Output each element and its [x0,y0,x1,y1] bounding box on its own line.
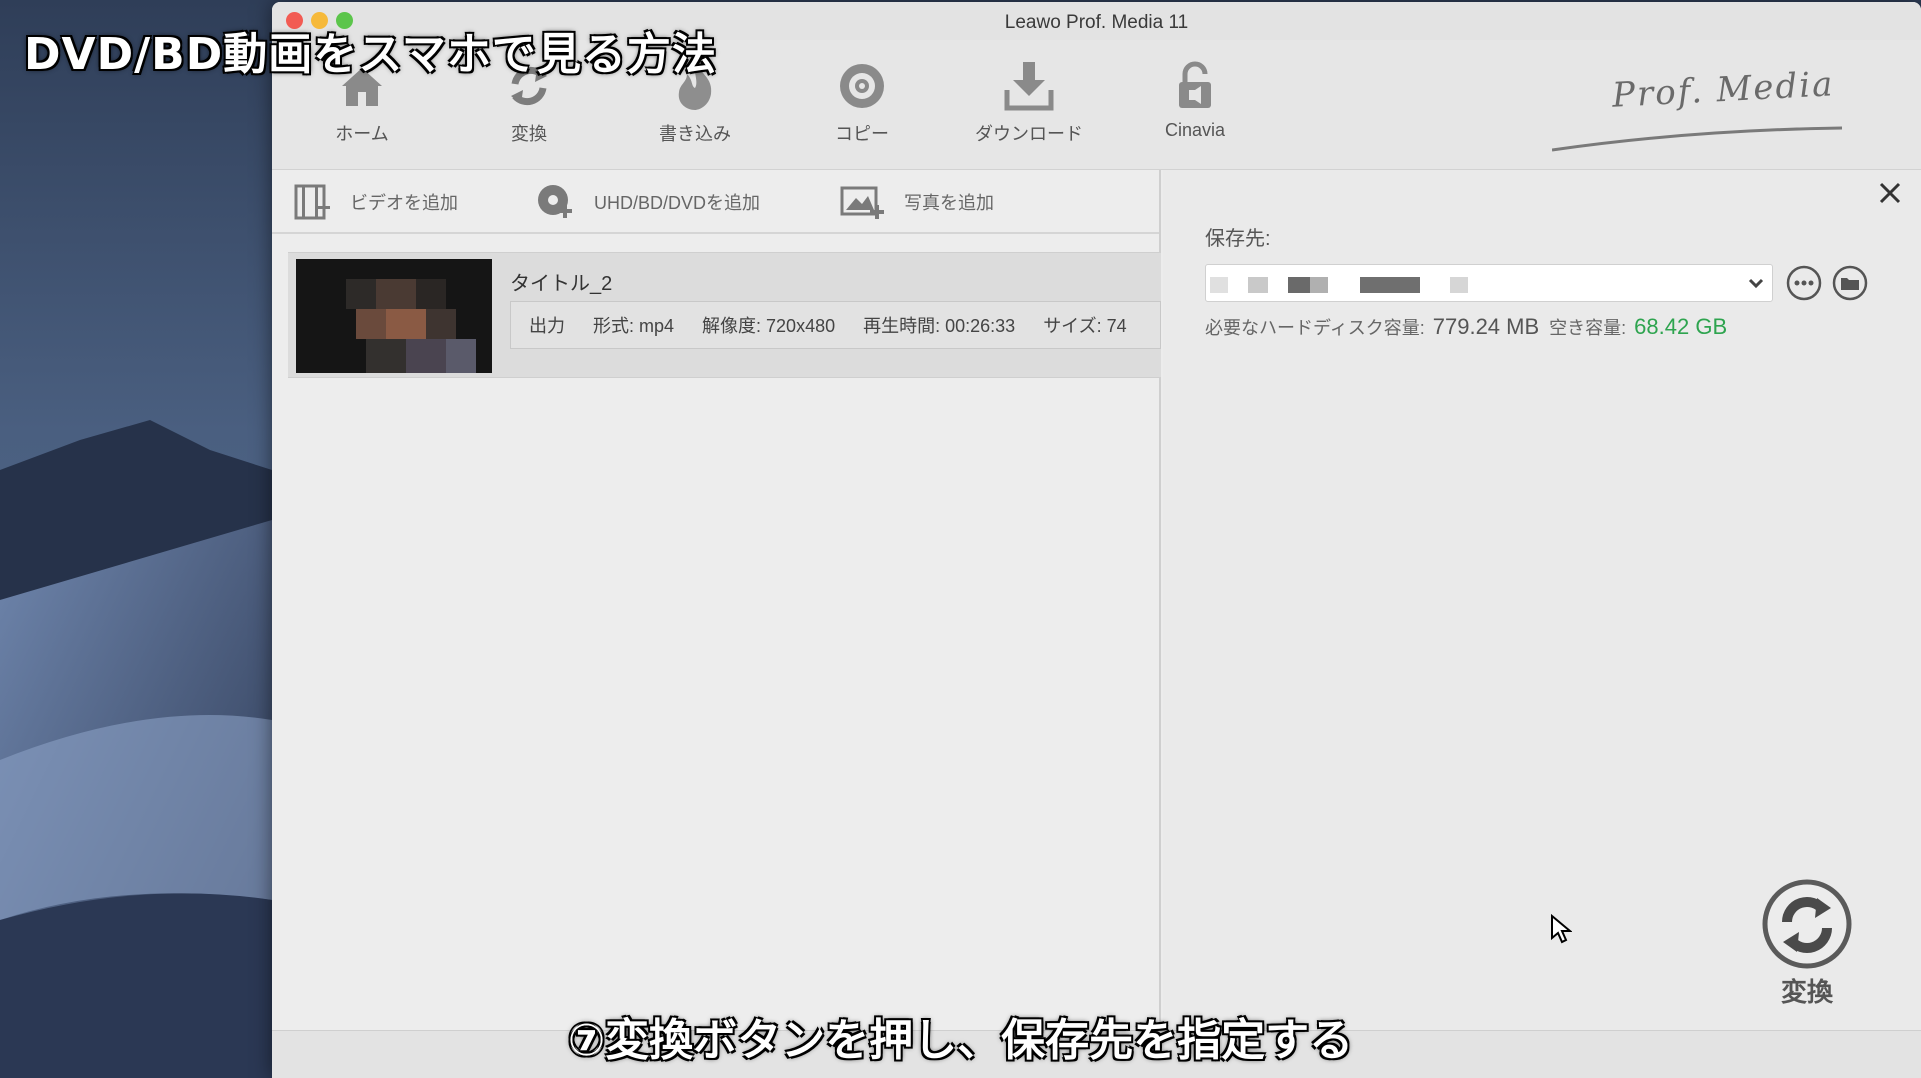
video-overlay-subtitle: ⑦変換ボタンを押し、保存先を指定する [567,1015,1354,1066]
add-video-button[interactable]: ビデオを追加 [294,180,458,224]
resolution-value: 解像度: 720x480 [702,316,836,336]
video-thumbnail [296,259,492,373]
toolbar-burn-label: 書き込み [659,124,731,144]
duration-value: 再生時間: 00:26:33 [863,316,1016,336]
toolbar-cinavia-label: Cinavia [1164,120,1226,140]
app-window: Leawo Prof. Media 11 ホーム 変換 書き込み コピー ダウン… [272,2,1921,1078]
blurred-path-text [1210,277,1468,293]
toolbar-home-label: ホーム [335,124,389,144]
film-plus-icon [294,184,330,220]
more-options-icon[interactable] [1785,264,1823,302]
add-disc-button[interactable]: UHD/BD/DVDを追加 [536,180,760,224]
free-space-label: 空き容量: [1549,318,1627,338]
output-label: 出力 [529,316,565,336]
save-path-select[interactable] [1205,264,1773,302]
output-settings-panel: 保存先: 必要なハードディスク容量: 779.24 MB 空き容量: 68.42… [1163,170,1921,1030]
toolbar-copy[interactable]: コピー [797,58,927,168]
free-space-value: 68.42 GB [1634,314,1728,339]
mouse-cursor-icon [1551,914,1572,944]
video-item-title: タイトル_2 [510,273,613,295]
video-item-info: 出力 形式: mp4 解像度: 720x480 再生時間: 00:26:33 サ… [510,301,1161,349]
photo-plus-icon [840,186,884,219]
toolbar-cinavia[interactable]: Cinavia [1130,58,1260,168]
toolbar-download[interactable]: ダウンロード [964,58,1094,168]
disk-required-label: 必要なハードディスク容量: [1205,318,1425,338]
size-value: サイズ: 74 [1043,316,1127,336]
download-icon [1004,62,1054,111]
disc-plus-icon [538,185,572,218]
cinavia-icon [1179,61,1211,108]
add-actions-bar: ビデオを追加 UHD/BD/DVDを追加 写真を追加 [272,170,1159,234]
toolbar-copy-label: コピー [835,124,889,144]
disk-required-value: 779.24 MB [1432,314,1540,339]
toolbar-download-label: ダウンロード [975,124,1083,144]
close-icon[interactable] [1875,178,1905,208]
format-value: 形式: mp4 [593,316,675,336]
open-folder-icon[interactable] [1831,264,1869,302]
chevron-down-icon [1748,278,1764,289]
file-list-panel: ビデオを追加 UHD/BD/DVDを追加 写真を追加 タイトル_2 出力 形式:… [272,170,1161,1030]
copy-icon [840,64,884,108]
video-overlay-title: DVD/BD動画をスマホで見る方法 [24,29,717,80]
add-photo-label: 写真を追加 [904,193,994,213]
add-video-label: ビデオを追加 [350,193,458,213]
disk-space-info: 必要なハードディスク容量: 779.24 MB 空き容量: 68.42 GB [1205,314,1727,340]
save-destination-label: 保存先: [1205,228,1271,250]
toolbar-convert-label: 変換 [511,124,547,144]
add-disc-label: UHD/BD/DVDを追加 [594,193,761,213]
video-item-row[interactable]: タイトル_2 出力 形式: mp4 解像度: 720x480 再生時間: 00:… [288,252,1161,378]
convert-button[interactable] [1761,878,1853,970]
add-photo-button[interactable]: 写真を追加 [840,180,994,224]
